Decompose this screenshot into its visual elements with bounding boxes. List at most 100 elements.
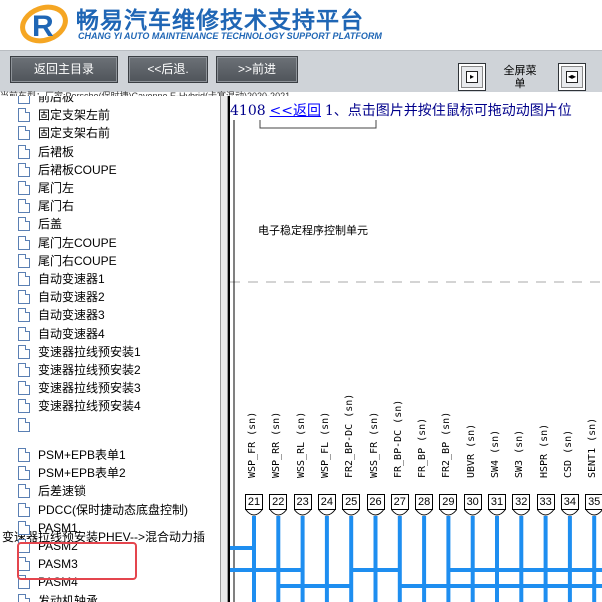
document-icon: [18, 199, 30, 214]
arrow-right-icon: ▸: [466, 71, 478, 83]
signal-label: WSS_FR (sn): [368, 411, 380, 478]
svg-text:R: R: [32, 10, 54, 43]
tree-item-label: PASM1: [38, 520, 78, 535]
tree-item-label: 尾门左: [38, 181, 75, 195]
pin-stub: [269, 509, 287, 516]
tree-item-label: 自动变速器2: [38, 290, 105, 305]
document-icon: [18, 162, 30, 177]
pin-stub: [512, 509, 530, 516]
instruction-text: 1、点击图片并按住鼠标可拖动动图片位: [324, 103, 572, 119]
sidebar-tree[interactable]: 前后板 固定支架左前 固定支架右前 后裙板 后裙板COUPE 尾门左 尾门右 后盖 尾门左COU…: [0, 96, 220, 602]
tree-item-label: 变速器拉线预安装1: [38, 344, 141, 359]
fullscreen-menu-label: 全屏菜单: [503, 65, 537, 90]
pin-number: 32: [512, 494, 531, 510]
tree-item-label: 自动变速器4: [38, 326, 105, 341]
tree-item-label: 固定支架左前: [38, 108, 111, 123]
document-icon: [18, 126, 30, 141]
document-icon: [18, 381, 30, 396]
document-icon: [18, 520, 30, 535]
pin-number: 23: [293, 494, 312, 510]
ecu-label: 电子稳定程序控制单元: [258, 225, 368, 237]
tree-item-label: 变速器拉线预安装3: [38, 381, 141, 396]
pin-number: 35: [585, 494, 602, 510]
pin-stub: [464, 509, 482, 516]
document-icon: [18, 363, 30, 377]
document-icon: [18, 466, 30, 481]
tree-item-label: 后差速锁: [38, 484, 87, 499]
tree-item-label: 变速器拉线预安装2: [38, 363, 141, 377]
pin-number: 26: [366, 494, 385, 510]
document-icon: [18, 290, 30, 305]
pin-number: 24: [317, 494, 336, 510]
doc-number: 4108: [230, 103, 266, 119]
signal-label: SENT1 (sn): [587, 417, 599, 478]
expand-menu-button[interactable]: ◂▸: [558, 63, 586, 91]
logo-icon: R: [20, 4, 68, 44]
header: R 畅易汽车维修技术支持平台 CHANG YI AUTO MAINTENANCE…: [0, 0, 602, 50]
tree-item-label: 发动机轴承: [38, 593, 99, 602]
pin-number: 27: [390, 494, 409, 510]
document-icon: [18, 144, 30, 159]
document-icon: [18, 217, 30, 232]
pin-number: 30: [463, 494, 482, 510]
signal-label: FR2_BP (sn): [441, 411, 453, 478]
tree-item-label: 尾门右: [38, 199, 75, 214]
document-icon: [18, 326, 30, 341]
pin-stub: [561, 509, 579, 516]
document-icon: [18, 308, 30, 323]
pin-stub: [294, 509, 311, 516]
tree-item-label: 尾门右COUPE: [38, 253, 117, 268]
pin-number: 33: [536, 494, 555, 510]
pane-divider[interactable]: [220, 96, 228, 602]
back-button[interactable]: <<后退.: [128, 56, 208, 83]
document-icon: [18, 593, 30, 602]
tree-item-label: 后盖: [38, 217, 63, 232]
wiring-diagram[interactable]: [230, 96, 602, 602]
signal-label: SW4 (sn): [490, 429, 501, 478]
pin-number: 34: [560, 494, 579, 510]
document-icon: [18, 272, 30, 286]
tree-item-label: PSM+EPB表单2: [38, 466, 126, 481]
arrows-lr-icon: ◂▸: [566, 71, 578, 83]
highlight-box: [17, 542, 137, 580]
ecu-frame: [259, 120, 377, 129]
signal-label: FR2_BP-DC (sn): [344, 393, 356, 478]
toolbar: 返回主目录 <<后退. >>前进 ▸ 全屏菜单 ◂▸: [0, 50, 602, 92]
pin-stub: [367, 509, 384, 516]
document-icon: [18, 344, 30, 359]
pin-number: 28: [415, 494, 434, 510]
tree-item-label: 前后板: [38, 96, 75, 104]
tree-item-label: PSM+EPB表单1: [38, 448, 126, 462]
tree-item-label: 尾门左COUPE: [38, 235, 117, 250]
document-icon: [18, 96, 30, 104]
forward-button[interactable]: >>前进: [216, 56, 298, 83]
pin-number: 29: [439, 494, 458, 510]
pin-number: 25: [342, 494, 361, 510]
pin-stub: [440, 509, 457, 516]
back-link[interactable]: <<返回: [270, 103, 321, 119]
signal-label: UBVR (sn): [465, 423, 477, 478]
collapse-menu-button[interactable]: ▸: [458, 63, 486, 91]
pin-number: 21: [245, 494, 263, 510]
diagram-header: 4108 <<返回 1、点击图片并按住鼠标可拖动动图片位: [230, 100, 602, 120]
tree-item-label: 后裙板: [38, 144, 75, 159]
signal-label: CSD (sn): [562, 429, 574, 478]
tree-item-label: 自动变速器1: [38, 272, 105, 286]
signal-label: FR_BP-DC (sn): [392, 399, 404, 478]
platform-title: 畅易汽车维修技术支持平台: [76, 8, 364, 34]
pin-stub: [415, 509, 433, 516]
tree-item-label: 后裙板COUPE: [38, 162, 117, 177]
tree-item-label: 变速器拉线预安装4: [38, 399, 141, 414]
pin-stub: [318, 509, 336, 516]
pin-stub: [245, 509, 263, 516]
tree-item-label: PDCC(保时捷动态底盘控制): [38, 502, 188, 517]
pin-number: 31: [488, 494, 506, 510]
diagram-pane[interactable]: 4108 <<返回 1、点击图片并按住鼠标可拖动动图片位 电子稳定程序控制单元 …: [228, 96, 602, 602]
document-icon: [18, 448, 30, 462]
signal-label: HSPR (sn): [538, 423, 550, 478]
document-icon: [18, 417, 30, 432]
document-icon: [18, 181, 30, 195]
pin-number: 22: [269, 494, 288, 510]
home-button[interactable]: 返回主目录: [10, 56, 118, 83]
signal-label: WSP_FL (sn): [319, 411, 331, 478]
